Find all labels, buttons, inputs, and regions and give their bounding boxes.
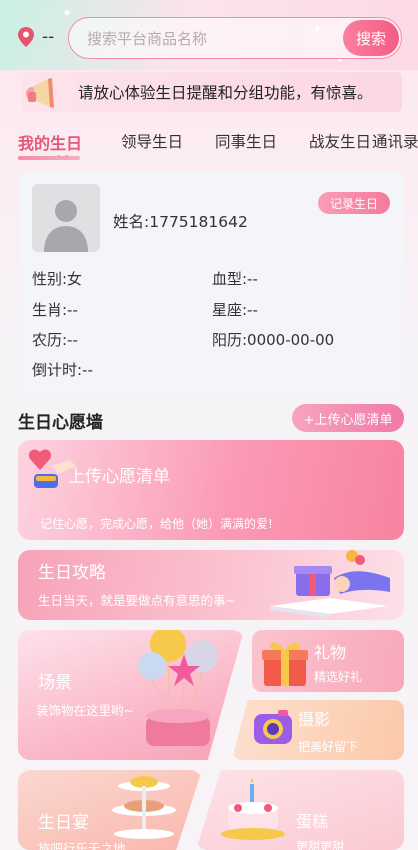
wish-wall-title: 生日心愿墙 [18, 413, 103, 433]
gift-card[interactable]: 礼物 精选好礼 [252, 630, 404, 692]
solar-date-field: 阳历:0000-00-00 [212, 331, 335, 349]
tab-leader-birthday[interactable]: 领导生日 [121, 130, 183, 152]
tab-indicator-dot [56, 155, 61, 160]
photography-title: 摄影 [298, 710, 331, 729]
gender-field: 性别:女 [32, 270, 83, 288]
wishlist-card-subtitle: 记住心愿，完成心愿，给他（她）满满的爱! [40, 517, 273, 531]
tab-indicator-dot [64, 155, 69, 160]
guide-subtitle: 生日当天，就是要做点有意思的事~ [38, 593, 236, 608]
lunar-date-field: 农历:-- [32, 331, 78, 349]
cake-subtitle: 更甜更甜 [296, 840, 345, 850]
record-birthday-button[interactable]: 记录生日 [318, 192, 390, 214]
cake-title: 蛋糕 [296, 812, 329, 831]
photography-subtitle: 把美好留下 [298, 740, 359, 754]
cake-card[interactable]: 蛋糕 更甜更甜 [196, 770, 404, 850]
feast-title: 生日宴 [38, 813, 89, 833]
scene-title: 场景 [38, 673, 72, 693]
birthday-guide-card[interactable]: 生日攻略 生日当天，就是要做点有意思的事~ [18, 550, 404, 620]
feast-subtitle: 旅吧行乐无之地 [38, 841, 126, 850]
birthday-feast-card[interactable]: 生日宴 旅吧行乐无之地 [18, 770, 202, 850]
tab-contacts[interactable]: 通讯录 [372, 130, 418, 152]
tab-comrade-birthday[interactable]: 战友生日 [309, 130, 371, 152]
megaphone-icon [26, 78, 54, 108]
countdown-field: 倒计时:-- [32, 361, 93, 379]
photography-card[interactable]: 摄影 把美好留下 [232, 700, 404, 760]
location-selector[interactable]: -- [18, 27, 54, 47]
avatar[interactable] [32, 184, 100, 252]
profile-name: 姓名:1775181642 [113, 213, 248, 231]
sparkle-icon: ✦ [62, 6, 73, 20]
user-placeholder-icon [44, 200, 88, 252]
constellation-field: 星座:-- [212, 301, 258, 319]
wishlist-card-title: 上传心愿清单 [68, 467, 170, 487]
camera-icon [254, 710, 292, 744]
gift-book-illustration [270, 550, 390, 618]
tab-bar: 我的生日 领导生日 同事生日 战友生日 通讯录 [18, 130, 418, 166]
upload-wishlist-card[interactable]: 上传心愿清单 记住心愿，完成心愿，给他（她）满满的爱! [18, 440, 404, 540]
gift-title: 礼物 [314, 643, 347, 662]
tab-colleague-birthday[interactable]: 同事生日 [215, 130, 277, 152]
search-box[interactable]: 搜索平台商品名称 搜索 [68, 17, 402, 59]
gift-subtitle: 精选好礼 [314, 670, 363, 684]
tab-my-birthday[interactable]: 我的生日 [18, 130, 82, 154]
gift-box-icon [262, 642, 308, 686]
active-tab-indicator [18, 156, 80, 160]
scene-card[interactable]: 场景 装饰物在这里哟~ [18, 630, 244, 760]
search-input[interactable]: 搜索平台商品名称 [87, 28, 343, 49]
location-text: -- [42, 27, 55, 47]
profile-card: 姓名:1775181642 记录生日 性别:女 血型:-- 生肖:-- 星座:-… [20, 172, 404, 398]
notice-bar: 请放心体验生日提醒和分组功能，有惊喜。 [22, 72, 402, 112]
search-button[interactable]: 搜索 [343, 20, 399, 56]
blood-type-field: 血型:-- [212, 270, 258, 288]
notice-text: 请放心体验生日提醒和分组功能，有惊喜。 [78, 84, 373, 102]
zodiac-field: 生肖:-- [32, 301, 78, 319]
location-pin-icon [18, 27, 34, 47]
guide-title: 生日攻略 [38, 563, 106, 583]
balloons-cake-icon [138, 630, 218, 746]
food-tower-icon [112, 776, 176, 839]
upload-wishlist-button[interactable]: +上传心愿清单 [292, 404, 404, 432]
birthday-cake-icon [221, 778, 285, 840]
scene-subtitle: 装饰物在这里哟~ [36, 703, 134, 718]
